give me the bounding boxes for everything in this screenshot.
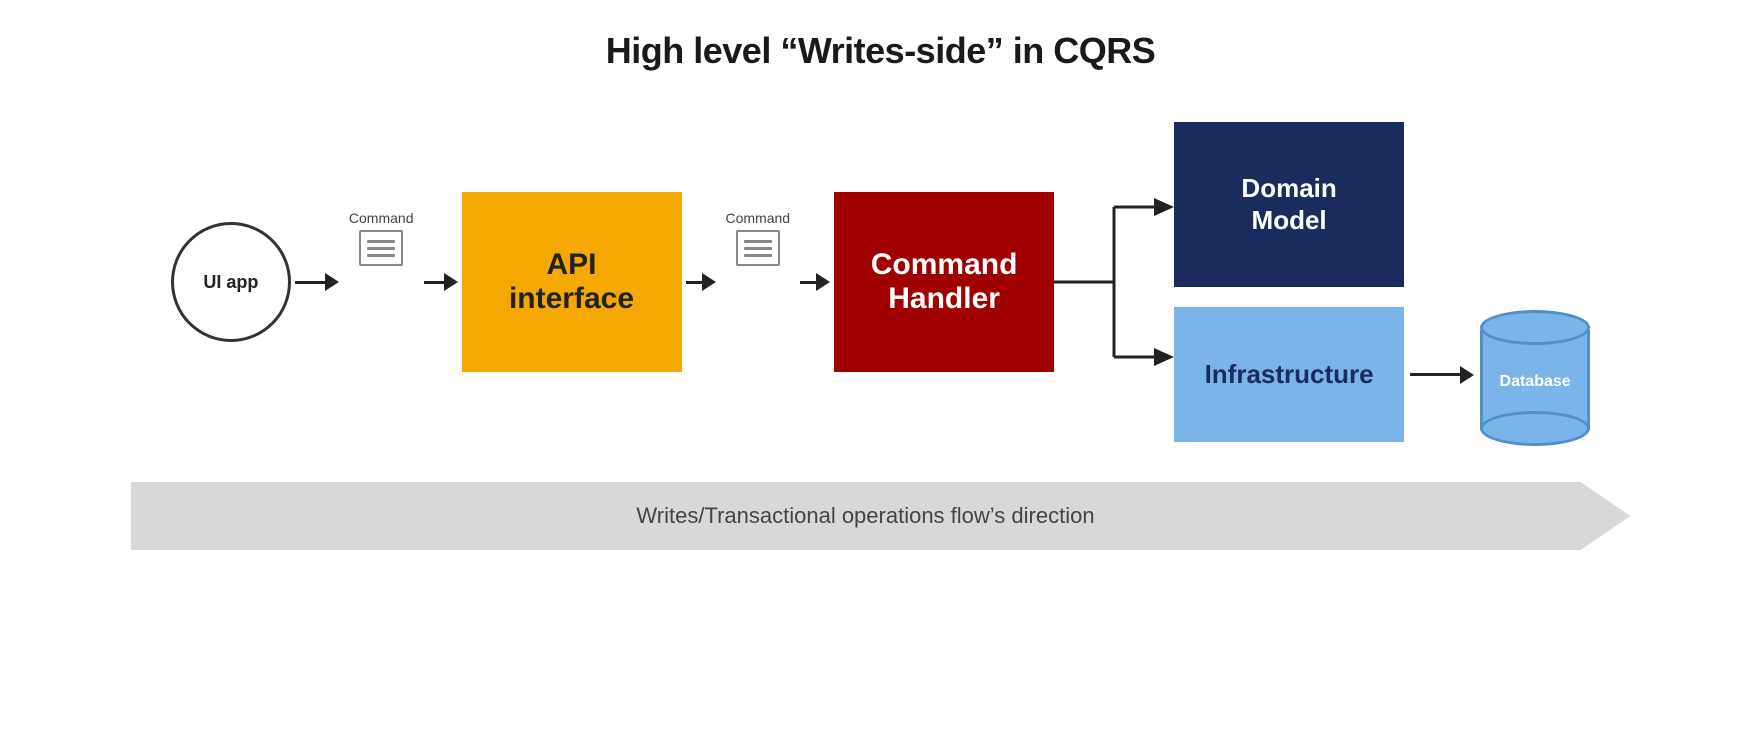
icon-line-3 [367,254,395,257]
command-handler-label: CommandHandler [871,248,1018,317]
arrow-shaft-3 [686,281,702,284]
arrow-cmd1-to-api [424,273,458,291]
database-group: Database [1480,310,1590,440]
infrastructure-box: Infrastructure [1174,307,1404,442]
icon-line-5 [744,247,772,250]
flow-row: UI app Command APIinterface [40,122,1721,442]
database-cylinder: Database [1480,310,1590,440]
fork-arrows-svg [1054,127,1174,437]
icon-line-1 [367,240,395,243]
icon-line-4 [744,240,772,243]
command-label-2: Command [726,210,791,226]
ui-app-label: UI app [203,272,258,293]
command-handler-box: CommandHandler [834,192,1054,372]
db-top-ellipse [1480,310,1590,345]
arrow-api-to-cmd2 [686,273,716,291]
arrow-shaft-2 [424,281,444,284]
bottom-banner-text: Writes/Transactional operations flow’s d… [636,503,1124,529]
ui-app-box: UI app [171,222,291,342]
domain-model-box: DomainModel [1174,122,1404,287]
command-group-1: Command [349,210,414,274]
arrow-infra-to-db [1410,366,1474,384]
icon-line-2 [367,247,395,250]
command-label-1: Command [349,210,414,226]
api-interface-label: APIinterface [509,248,634,317]
command-icon-1 [359,230,403,266]
db-bottom-ellipse [1480,411,1590,446]
right-column: DomainModel Infrastructure [1174,122,1590,442]
api-interface-box: APIinterface [462,192,682,372]
arrow-shaft-4 [800,281,816,284]
icon-line-6 [744,254,772,257]
diagram-area: UI app Command APIinterface [40,122,1721,716]
infrastructure-label: Infrastructure [1205,359,1374,390]
command-group-2: Command [726,210,791,274]
arrow-head-2 [444,273,458,291]
arrow-head-4 [816,273,830,291]
database-label: Database [1500,373,1571,391]
arrow-head-3 [702,273,716,291]
arrow-shaft-5 [1410,373,1460,376]
domain-model-label: DomainModel [1241,173,1336,235]
bottom-banner: Writes/Transactional operations flow’s d… [131,482,1631,550]
arrow-ui-to-api [295,273,339,291]
infra-row: Infrastructure Database [1174,307,1590,442]
arrow-head-5 [1460,366,1474,384]
command-icon-2 [736,230,780,266]
page-title: High level “Writes-side” in CQRS [606,30,1155,72]
arrow-shaft-1 [295,281,325,284]
arrow-head-1 [325,273,339,291]
arrow-cmd2-to-handler [800,273,830,291]
